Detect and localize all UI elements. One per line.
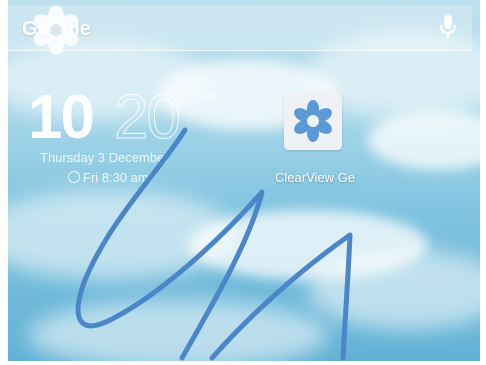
microphone-icon[interactable] <box>438 14 458 40</box>
clock-minutes: 20 <box>114 83 182 153</box>
clock-widget[interactable]: 10 20 am Thursday 3 December Fri 8:30 am <box>28 82 258 192</box>
cloud <box>28 300 328 361</box>
cloud <box>368 110 480 170</box>
alarm-clock-icon <box>68 171 80 183</box>
flower-overlay-icon <box>33 5 79 55</box>
app-label: ClearView Ge <box>275 170 355 185</box>
clearview-app-icon[interactable] <box>284 92 342 150</box>
cloud <box>308 250 480 330</box>
clock-alarm: Fri 8:30 am <box>68 170 268 185</box>
flower-icon <box>294 100 332 142</box>
clock-alarm-text: Fri 8:30 am <box>83 170 149 185</box>
clock-hours: 10 <box>28 83 95 152</box>
clock-date: Thursday 3 December <box>40 150 169 165</box>
clock-ampm: am <box>204 90 220 102</box>
